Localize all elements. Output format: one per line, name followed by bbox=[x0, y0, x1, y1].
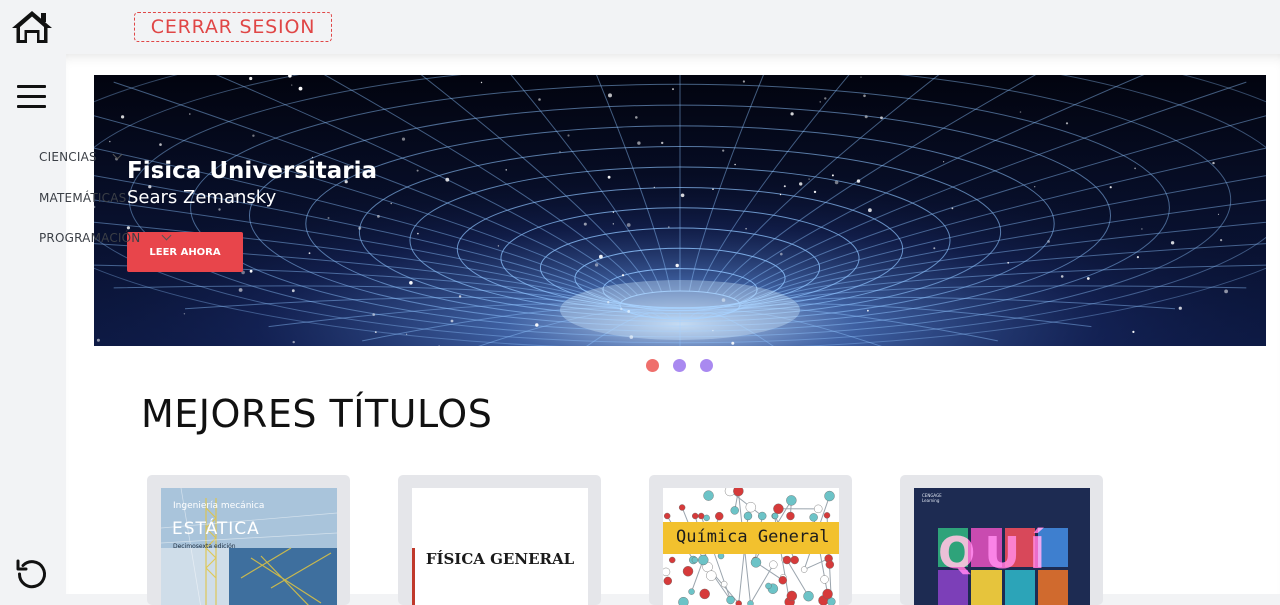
carousel-dot-1[interactable] bbox=[646, 359, 659, 372]
book-cover: Ingeniería mecánica ESTÁTICA Decimosexta… bbox=[161, 488, 337, 605]
book-card[interactable]: CENGAGE Learning QUÍ bbox=[900, 475, 1103, 605]
book-cover: Química General bbox=[663, 488, 839, 605]
sidebar bbox=[0, 54, 66, 594]
wormhole-image bbox=[94, 75, 1266, 346]
home-icon[interactable] bbox=[11, 9, 53, 45]
sidebar-item-programacion[interactable]: PROGRAMACIÓN bbox=[39, 231, 140, 245]
top-bar: CERRAR SESION bbox=[0, 0, 1280, 54]
read-now-button[interactable]: LEER AHORA bbox=[127, 232, 243, 272]
sidebar-item-matematicas[interactable]: MATEMÁTICAS bbox=[39, 191, 126, 205]
sidebar-item-label: MATEMÁTICAS bbox=[39, 191, 126, 205]
book-title: FÍSICA GENERAL bbox=[412, 550, 588, 568]
book-card[interactable]: FÍSICA GENERAL bbox=[398, 475, 601, 605]
book-cover: FÍSICA GENERAL bbox=[412, 488, 588, 605]
sidebar-item-ciencias[interactable]: CIENCIAS bbox=[39, 150, 97, 164]
sidebar-item-label: CIENCIAS bbox=[39, 150, 97, 164]
book-publisher: CENGAGE Learning bbox=[922, 493, 952, 503]
book-series: Ingeniería mecánica bbox=[173, 501, 264, 511]
book-card[interactable]: Ingeniería mecánica ESTÁTICA Decimosexta… bbox=[147, 475, 350, 605]
section-title: MEJORES TÍTULOS bbox=[141, 392, 492, 436]
book-edition: Decimosexta edición bbox=[173, 543, 236, 550]
book-title: ESTÁTICA bbox=[172, 519, 260, 539]
hamburger-icon[interactable] bbox=[17, 83, 47, 109]
reload-icon[interactable] bbox=[15, 556, 49, 590]
banner-title: Fisica Universitaria bbox=[127, 158, 377, 184]
carousel-dot-3[interactable] bbox=[700, 359, 713, 372]
carousel-dot-2[interactable] bbox=[673, 359, 686, 372]
logout-button[interactable]: CERRAR SESION bbox=[134, 12, 332, 42]
book-title: QUÍ bbox=[938, 528, 1055, 579]
hero-banner bbox=[94, 75, 1266, 346]
banner-subtitle: Sears Zemansky bbox=[127, 187, 276, 208]
book-cover: CENGAGE Learning QUÍ bbox=[914, 488, 1090, 605]
book-card[interactable]: Química General bbox=[649, 475, 852, 605]
sidebar-item-label: PROGRAMACIÓN bbox=[39, 231, 140, 245]
book-title: Química General bbox=[676, 527, 830, 547]
